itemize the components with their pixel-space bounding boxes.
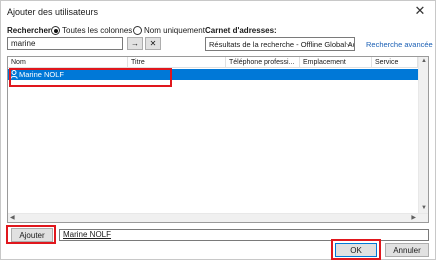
radio-name-only-label[interactable]: Nom uniquement bbox=[144, 26, 205, 35]
add-button-label: Ajouter bbox=[19, 230, 45, 240]
advanced-search-link[interactable]: Recherche avancée bbox=[366, 40, 433, 49]
add-users-dialog: Ajouter des utilisateurs ✕ Rechercher : … bbox=[0, 0, 436, 260]
clear-search-button[interactable]: ✕ bbox=[145, 37, 161, 50]
address-book-label: Carnet d'adresses: bbox=[205, 26, 277, 35]
search-input[interactable]: marine bbox=[7, 37, 123, 50]
clear-icon: ✕ bbox=[149, 39, 157, 48]
horizontal-scrollbar[interactable]: ◀ ▶ bbox=[8, 213, 428, 222]
radio-name-only[interactable] bbox=[133, 26, 142, 35]
cancel-button[interactable]: Annuler bbox=[385, 243, 429, 257]
vertical-scrollbar[interactable]: ▲ ▼ bbox=[418, 57, 428, 213]
column-header-name[interactable]: Nom bbox=[8, 57, 128, 68]
address-book-value: Résultats de la recherche - Offline Glob… bbox=[209, 40, 355, 49]
arrow-right-icon: → bbox=[131, 39, 139, 48]
cancel-button-label: Annuler bbox=[393, 245, 421, 255]
radio-all-columns[interactable] bbox=[51, 26, 60, 35]
results-grid[interactable]: Nom Titre Téléphone professi... Emplacem… bbox=[7, 56, 429, 223]
row-name: Marine NOLF bbox=[19, 70, 65, 79]
user-icon bbox=[10, 70, 18, 79]
column-header-title[interactable]: Titre bbox=[128, 57, 226, 68]
title-bar: Ajouter des utilisateurs ✕ bbox=[1, 1, 435, 23]
scroll-up-icon[interactable]: ▲ bbox=[421, 57, 427, 66]
address-book-select[interactable]: Résultats de la recherche - Offline Glob… bbox=[205, 37, 355, 51]
column-header-location[interactable]: Emplacement bbox=[300, 57, 372, 68]
scroll-down-icon[interactable]: ▼ bbox=[421, 204, 427, 213]
dialog-title: Ajouter des utilisateurs bbox=[7, 7, 99, 17]
ok-button-label: OK bbox=[350, 245, 362, 255]
scroll-left-icon[interactable]: ◀ bbox=[10, 214, 15, 223]
search-label: Rechercher : bbox=[7, 26, 56, 35]
column-header-department[interactable]: Service bbox=[372, 57, 418, 68]
close-icon[interactable]: ✕ bbox=[413, 4, 427, 18]
go-button[interactable]: → bbox=[127, 37, 143, 50]
ok-button[interactable]: OK bbox=[335, 243, 377, 257]
add-button[interactable]: Ajouter bbox=[11, 228, 53, 242]
table-row[interactable]: Marine NOLF bbox=[8, 69, 418, 80]
column-header-phone[interactable]: Téléphone professi... bbox=[226, 57, 300, 68]
recipients-field[interactable]: Marine NOLF bbox=[59, 229, 429, 241]
chevron-down-icon: ⌵ bbox=[345, 39, 352, 48]
scroll-right-icon[interactable]: ▶ bbox=[411, 214, 416, 223]
radio-all-columns-label[interactable]: Toutes les colonnes bbox=[62, 26, 132, 35]
grid-header: Nom Titre Téléphone professi... Emplacem… bbox=[8, 57, 428, 68]
